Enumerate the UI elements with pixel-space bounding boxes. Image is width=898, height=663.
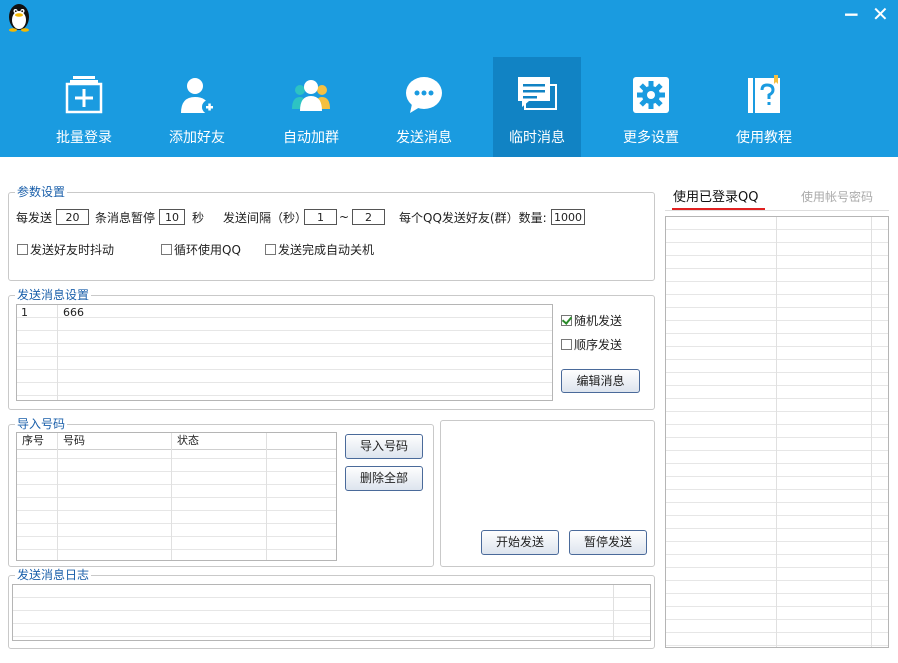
checkbox-box[interactable] [561, 339, 572, 350]
top-bar: − ✕ 批量登录 添加好友 自动加群 发送消息 临时消息 更多设置 使用教程 [0, 0, 898, 157]
checkbox-label: 发送完成自动关机 [278, 243, 375, 257]
tab-separator [665, 210, 889, 211]
nav-label: 临时消息 [509, 130, 565, 146]
temp-message-icon [518, 77, 557, 110]
qq-penguin-logo [9, 4, 29, 32]
nav-tutorial[interactable]: 使用教程 [720, 57, 808, 157]
checkbox-label: 顺序发送 [574, 338, 623, 352]
message-list[interactable]: 1 666 [16, 304, 553, 401]
checkbox-box[interactable] [265, 244, 276, 255]
minimize-button[interactable]: − [843, 4, 860, 24]
params-group [8, 192, 655, 281]
message-settings-title: 发送消息设置 [15, 288, 92, 302]
interval-max-input[interactable]: 2 [352, 209, 385, 225]
nav-batch-login[interactable]: 批量登录 [40, 57, 128, 157]
numbers-table[interactable]: 序号 号码 状态 [16, 432, 337, 561]
nav-label: 自动加群 [283, 130, 339, 146]
import-numbers-button[interactable]: 导入号码 [345, 434, 423, 459]
interval-label: 发送间隔（秒） [223, 211, 308, 225]
import-numbers-title: 导入号码 [15, 417, 68, 431]
pause-label: 条消息暂停 [95, 211, 156, 225]
checkbox-box[interactable] [17, 244, 28, 255]
nav-label: 更多设置 [623, 130, 679, 146]
random-send-checkbox[interactable]: 随机发送 [561, 312, 622, 329]
gear-icon [633, 77, 669, 113]
nav-auto-join-group[interactable]: 自动加群 [267, 57, 355, 157]
edit-message-button[interactable]: 编辑消息 [561, 369, 640, 393]
nav-label: 批量登录 [56, 130, 112, 146]
nav-more-settings[interactable]: 更多设置 [607, 57, 695, 157]
per-send-label: 每发送 [16, 211, 53, 225]
auto-shutdown-checkbox[interactable]: 发送完成自动关机 [265, 241, 374, 258]
send-message-icon [406, 77, 442, 113]
help-book-icon [748, 75, 780, 113]
interval-min-input[interactable]: 1 [304, 209, 337, 225]
checkbox-box[interactable] [561, 315, 572, 326]
message-row-text[interactable]: 666 [63, 306, 84, 320]
pause-send-button[interactable]: 暂停发送 [569, 530, 647, 555]
pause-seconds-input[interactable]: 10 [159, 209, 185, 225]
shake-checkbox[interactable]: 发送好友时抖动 [17, 241, 114, 258]
send-log-list[interactable] [12, 584, 651, 641]
count-input[interactable]: 1000 [551, 209, 585, 225]
start-send-button[interactable]: 开始发送 [481, 530, 559, 555]
send-log-title: 发送消息日志 [15, 568, 92, 582]
checkbox-label: 随机发送 [574, 314, 623, 328]
add-friend-icon [181, 78, 216, 114]
checkbox-label: 循环使用QQ [174, 243, 241, 257]
nav-label: 使用教程 [736, 130, 792, 146]
message-row-index: 1 [21, 306, 28, 319]
tilde-separator: ~ [339, 210, 350, 224]
checkbox-label: 发送好友时抖动 [30, 243, 115, 257]
nav-send-message[interactable]: 发送消息 [380, 57, 468, 157]
order-send-checkbox[interactable]: 顺序发送 [561, 336, 622, 353]
delete-all-button[interactable]: 删除全部 [345, 466, 423, 491]
column-header-status[interactable]: 状态 [177, 434, 199, 448]
auto-join-group-icon [292, 80, 330, 111]
qq-account-list[interactable] [665, 216, 889, 648]
column-header-index[interactable]: 序号 [22, 434, 44, 448]
params-group-title: 参数设置 [15, 185, 68, 199]
batch-login-icon [65, 76, 103, 114]
column-header-number[interactable]: 号码 [63, 434, 85, 448]
tab-account-password[interactable]: 使用帐号密码 [801, 188, 873, 205]
close-button[interactable]: ✕ [872, 4, 889, 24]
checkbox-box[interactable] [161, 244, 172, 255]
nav-add-friend[interactable]: 添加好友 [153, 57, 241, 157]
per-send-input[interactable]: 20 [56, 209, 89, 225]
nav-label: 添加好友 [169, 130, 225, 146]
nav-temp-message[interactable]: 临时消息 [493, 57, 581, 157]
seconds-label: 秒 [192, 211, 205, 225]
tab-logged-in-qq[interactable]: 使用已登录QQ [673, 186, 758, 205]
nav-label: 发送消息 [396, 130, 452, 146]
loop-qq-checkbox[interactable]: 循环使用QQ [161, 241, 241, 258]
count-label: 每个QQ发送好友(群）数量: [399, 211, 547, 225]
